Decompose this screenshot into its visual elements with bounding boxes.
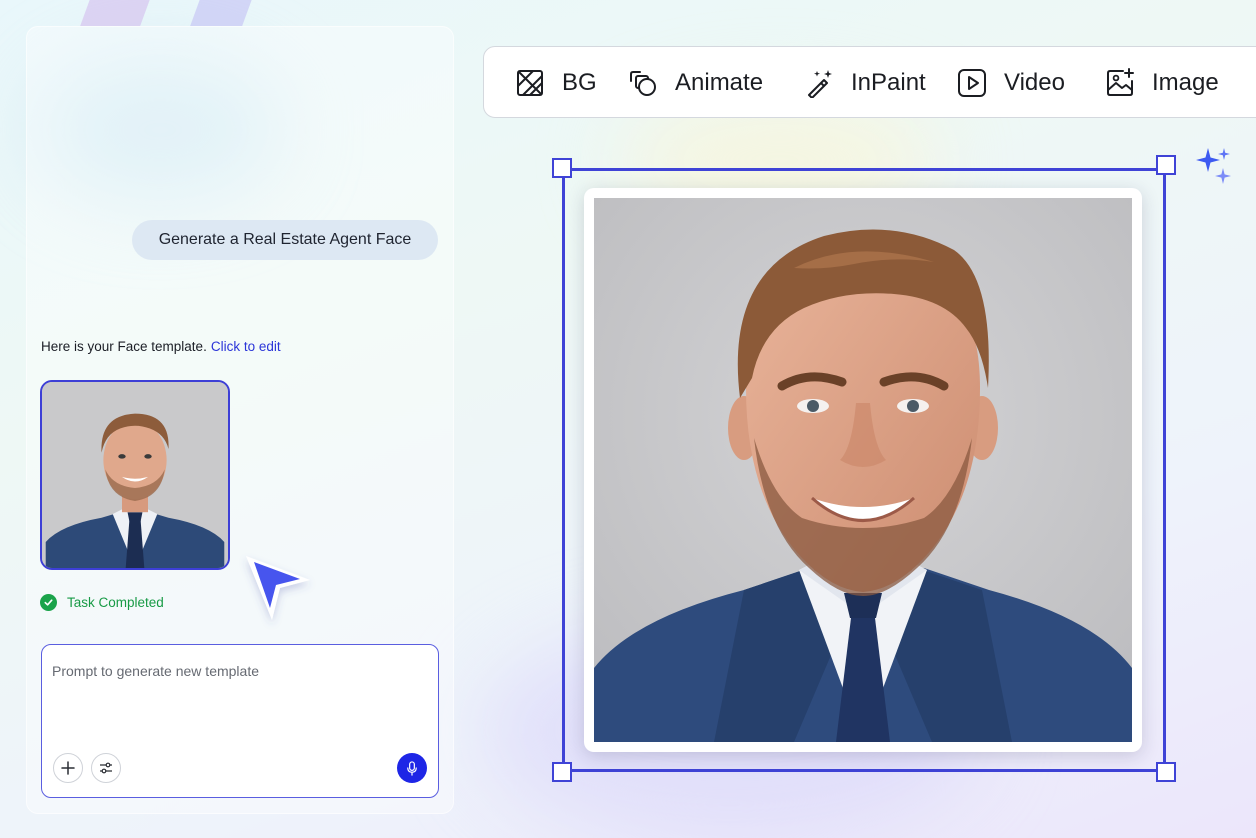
remove-background-icon: [517, 70, 543, 96]
chat-panel: Generate a Real Estate Agent Face Here i…: [26, 26, 454, 814]
microphone-button[interactable]: [397, 753, 427, 783]
portrait-image: [594, 198, 1132, 742]
generated-portrait: [594, 198, 1132, 742]
microphone-icon: [407, 760, 417, 776]
tool-image[interactable]: Image: [1105, 47, 1219, 119]
user-message-bubble: Generate a Real Estate Agent Face: [132, 220, 438, 260]
sliders-icon: [100, 762, 112, 774]
assistant-reply: Here is your Face template. Click to edit: [41, 339, 281, 354]
resize-handle-top-right[interactable]: [1156, 155, 1176, 175]
generated-image-card[interactable]: [584, 188, 1142, 752]
task-status-text: Task Completed: [67, 595, 164, 610]
resize-handle-top-left[interactable]: [552, 158, 572, 178]
tool-image-label: Image: [1152, 69, 1219, 96]
task-status: Task Completed: [40, 594, 164, 611]
tool-animate-label: Animate: [675, 69, 764, 96]
editor-toolbar: BG Animate InPaint Video Image: [483, 46, 1256, 118]
tool-inpaint-label: InPaint: [851, 69, 926, 96]
portrait-image: [42, 382, 228, 568]
face-template-thumbnail[interactable]: [40, 380, 230, 570]
play-video-icon: [958, 69, 986, 97]
tool-animate[interactable]: Animate: [628, 47, 763, 119]
resize-handle-bottom-right[interactable]: [1156, 762, 1176, 782]
sparkle-icon: [1196, 148, 1231, 184]
add-image-icon: [1107, 68, 1134, 96]
tool-bg[interactable]: BG: [515, 47, 597, 119]
tool-video[interactable]: Video: [957, 47, 1065, 119]
tool-inpaint[interactable]: InPaint: [804, 47, 926, 119]
settings-button[interactable]: [91, 753, 121, 783]
decorative-shape: [190, 0, 254, 26]
decorative-shape: [80, 0, 152, 26]
add-button[interactable]: [53, 753, 83, 783]
tool-bg-label: BG: [562, 69, 597, 96]
check-circle-icon: [40, 594, 57, 611]
user-message-text: Generate a Real Estate Agent Face: [158, 231, 412, 248]
pointer-cursor-icon: [246, 556, 310, 620]
magic-wand-icon: [808, 70, 832, 98]
assistant-reply-text: Here is your Face template.: [41, 339, 207, 354]
prompt-box: [41, 644, 439, 798]
prompt-input[interactable]: [52, 663, 422, 679]
tool-video-label: Video: [1004, 69, 1065, 96]
click-to-edit-link[interactable]: Click to edit: [211, 339, 281, 354]
plus-icon: [61, 761, 75, 775]
resize-handle-bottom-left[interactable]: [552, 762, 572, 782]
animate-icon: [630, 71, 656, 96]
